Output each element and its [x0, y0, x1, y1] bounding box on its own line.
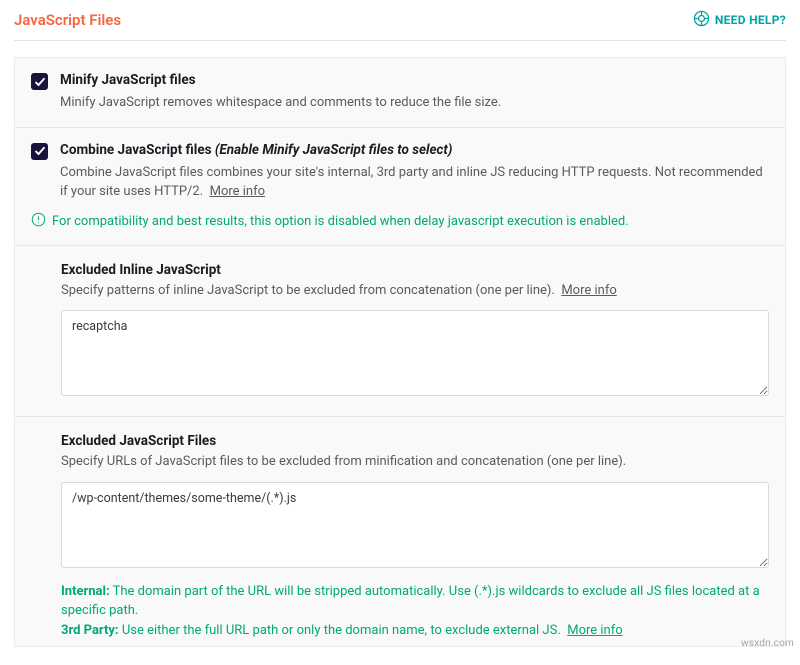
- combine-js-warning: For compatibility and best results, this…: [31, 212, 769, 231]
- excluded-files-textarea[interactable]: [61, 482, 769, 568]
- excluded-inline-section: Excluded Inline JavaScript Specify patte…: [15, 246, 785, 418]
- minify-js-checkbox[interactable]: [31, 73, 48, 90]
- excluded-inline-desc: Specify patterns of inline JavaScript to…: [61, 281, 769, 301]
- need-help-label: NEED HELP?: [715, 13, 786, 27]
- combine-js-row: Combine JavaScript files (Enable Minify …: [15, 128, 785, 246]
- combine-js-label: Combine JavaScript files: [60, 142, 212, 158]
- excluded-inline-title: Excluded Inline JavaScript: [61, 262, 769, 278]
- need-help-link[interactable]: NEED HELP?: [693, 10, 786, 30]
- excluded-files-desc: Specify URLs of JavaScript files to be e…: [61, 452, 769, 472]
- excluded-files-section: Excluded JavaScript Files Specify URLs o…: [15, 417, 785, 646]
- settings-panel: Minify JavaScript files Minify JavaScrip…: [14, 57, 786, 647]
- combine-js-hint: (Enable Minify JavaScript files to selec…: [215, 142, 453, 158]
- excluded-inline-more-info-link[interactable]: More info: [561, 283, 616, 298]
- watermark: wsxdn.com: [741, 638, 794, 649]
- minify-js-row: Minify JavaScript files Minify JavaScrip…: [15, 58, 785, 128]
- combine-js-checkbox[interactable]: [31, 143, 48, 160]
- combine-more-info-link[interactable]: More info: [210, 184, 265, 199]
- excluded-files-note: Internal: The domain part of the URL wil…: [61, 582, 769, 641]
- combine-js-desc: Combine JavaScript files combines your s…: [60, 163, 769, 202]
- minify-js-desc: Minify JavaScript removes whitespace and…: [60, 93, 769, 113]
- section-header: JavaScript Files NEED HELP?: [14, 0, 786, 40]
- excluded-inline-textarea[interactable]: [61, 310, 769, 396]
- excluded-files-title: Excluded JavaScript Files: [61, 433, 769, 449]
- header-divider: [14, 40, 786, 41]
- section-title: JavaScript Files: [14, 11, 121, 29]
- info-icon: [31, 212, 46, 231]
- help-icon: [693, 10, 710, 30]
- excluded-files-more-info-link[interactable]: More info: [567, 623, 622, 638]
- minify-js-label: Minify JavaScript files: [60, 72, 769, 88]
